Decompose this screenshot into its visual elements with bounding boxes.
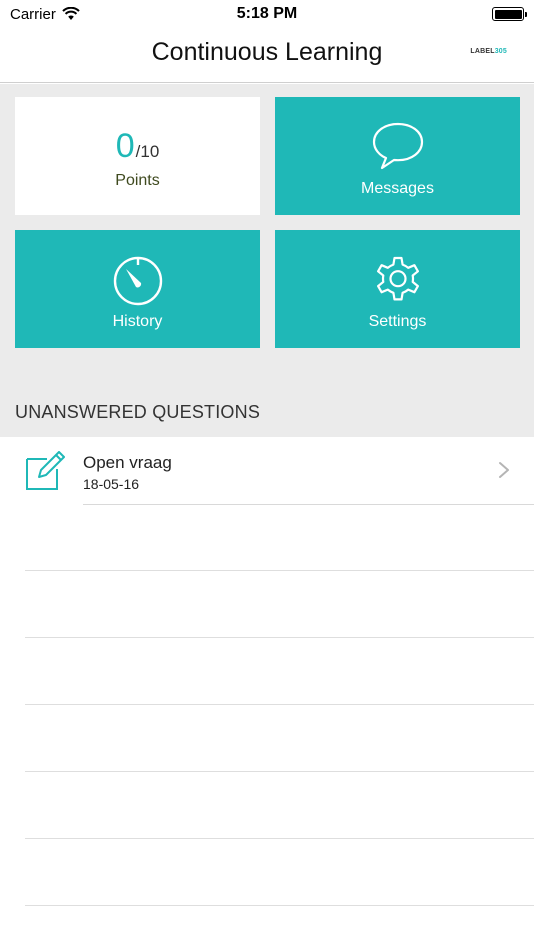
brand-logo-prefix: LABEL [470,48,495,55]
list-item[interactable]: Open vraag 18-05-16 [0,437,534,505]
battery-icon [492,7,527,21]
row-divider [25,905,534,906]
navigation-bar: Continuous Learning LABEL305 [0,28,534,83]
empty-row [0,504,534,571]
questions-list: Open vraag 18-05-16 [0,437,534,906]
section-header-unanswered: UNANSWERED QUESTIONS [15,402,261,422]
points-label: Points [115,171,160,189]
brand-logo: LABEL305 [470,48,507,55]
empty-row [0,571,534,638]
settings-tile[interactable]: Settings [275,230,520,348]
empty-row [0,839,534,906]
empty-row [0,638,534,705]
wifi-icon [62,7,80,20]
history-label: History [112,313,163,330]
points-max: /10 [135,141,160,161]
stopwatch-icon [113,256,162,306]
question-date: 18-05-16 [83,476,140,492]
app-screen: Carrier 5:18 PM Continuous Learning LABE… [0,0,534,950]
list-item-text: Open vraag 18-05-16 [83,453,172,492]
status-left: Carrier [10,6,80,23]
points-score: 0 /10 [116,127,160,166]
points-value: 0 [115,126,135,165]
empty-row [0,705,534,772]
gear-icon [376,256,419,301]
edit-icon [26,451,65,490]
messages-tile[interactable]: Messages [275,97,520,215]
status-time: 5:18 PM [236,5,298,22]
battery-level [494,9,522,19]
speech-bubble-icon [372,122,423,170]
points-tile[interactable]: 0 /10 Points [15,97,260,215]
settings-label: Settings [368,313,427,330]
status-bar: Carrier 5:18 PM [0,0,534,28]
carrier-label: Carrier [10,5,56,23]
chevron-right-icon [499,462,509,478]
brand-logo-suffix: 305 [494,48,507,55]
empty-row [0,772,534,839]
history-tile[interactable]: History [15,230,260,348]
page-title: Continuous Learning [151,38,383,66]
dashboard: 0 /10 Points Messages History Settings U… [0,84,534,437]
messages-label: Messages [361,180,434,197]
question-title: Open vraag [83,453,172,472]
